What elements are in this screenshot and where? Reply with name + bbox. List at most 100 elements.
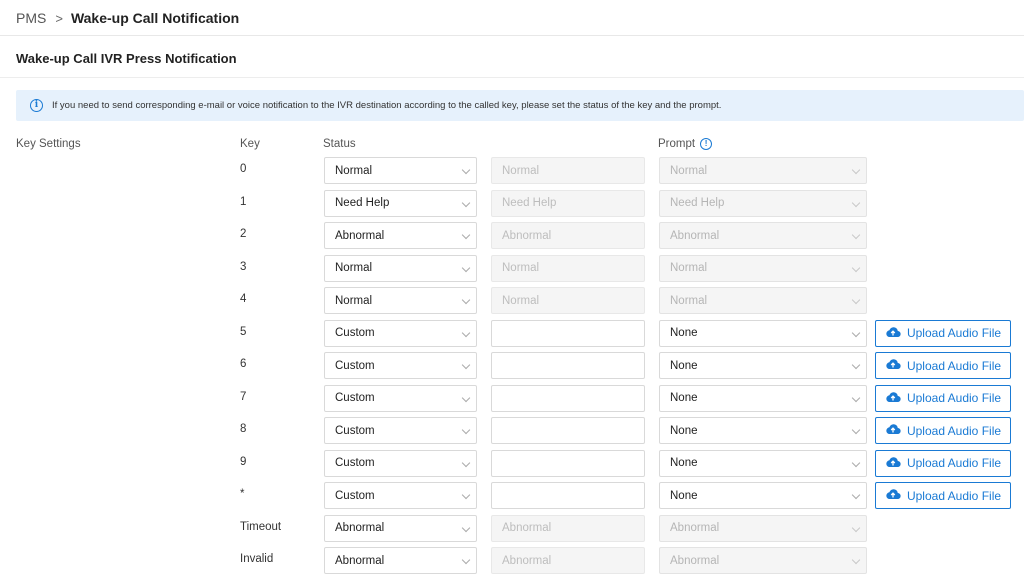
header-divider [0, 35, 1024, 36]
status-select[interactable]: Custom [324, 417, 477, 444]
key-label: 4 [240, 293, 247, 305]
upload-audio-file-button[interactable]: Upload Audio File [875, 417, 1011, 444]
key-row: 5 Custom None Upload Audio File [0, 319, 1024, 347]
chevron-down-icon [851, 458, 861, 467]
chevron-down-icon [851, 198, 861, 207]
key-row: Invalid Abnormal Abnormal Abnormal [0, 547, 1024, 574]
prompt-help-icon[interactable]: ! [700, 138, 713, 150]
info-icon: i [30, 99, 43, 112]
chevron-down-icon [461, 165, 471, 175]
status-value: Normal [335, 262, 373, 274]
cloud-upload-icon [885, 391, 907, 406]
section-divider [0, 77, 1024, 78]
key-label: 0 [240, 163, 247, 175]
breadcrumb-separator: > [55, 10, 63, 26]
status-select[interactable]: Abnormal [324, 222, 477, 249]
prompt-select[interactable]: None [659, 384, 867, 412]
prompt-value: None [670, 457, 698, 469]
status-value: Custom [335, 489, 375, 502]
chevron-down-icon [461, 198, 471, 207]
cloud-upload-icon [885, 423, 907, 438]
breadcrumb: PMS > Wake-up Call Notification [16, 8, 239, 28]
upload-audio-file-button[interactable]: Upload Audio File [875, 352, 1011, 379]
upload-audio-file-button[interactable]: Upload Audio File [875, 449, 1011, 477]
notification-text-input: Need Help [491, 189, 645, 217]
upload-audio-file-button[interactable]: Upload Audio File [875, 384, 1011, 412]
prompt-select[interactable]: None [659, 417, 867, 444]
key-row: 4 Normal Normal Normal [0, 287, 1024, 314]
upload-button-label: Upload Audio File [906, 326, 1002, 340]
status-select[interactable]: Normal [324, 157, 477, 184]
upload-audio-file-button[interactable]: Upload Audio File [875, 482, 1011, 509]
upload-button-label: Upload Audio File [906, 391, 1002, 405]
key-label: * [240, 488, 245, 500]
prompt-value: Normal [670, 294, 708, 307]
status-select[interactable]: Custom [324, 449, 477, 477]
cloud-upload-icon [885, 358, 907, 373]
prompt-value: Abnormal [670, 229, 720, 242]
status-select[interactable]: Custom [324, 352, 477, 379]
status-select[interactable]: Custom [324, 384, 477, 412]
chevron-down-icon [461, 328, 471, 337]
chevron-down-icon [461, 263, 471, 272]
upload-audio-file-button[interactable]: Upload Audio File [875, 319, 1011, 347]
status-value: Custom [335, 359, 375, 372]
notification-text-input: Abnormal [491, 514, 645, 542]
prompt-value: None [670, 392, 698, 404]
prompt-select[interactable]: None [659, 352, 867, 379]
notification-text-input[interactable] [491, 482, 645, 509]
status-select[interactable]: Custom [324, 482, 477, 509]
notification-text-input[interactable] [491, 449, 645, 477]
key-row: 6 Custom None Upload Audio File [0, 352, 1024, 379]
key-column-header: Key [240, 138, 260, 150]
notification-text-input[interactable] [491, 417, 645, 444]
notification-text-input[interactable] [491, 319, 645, 347]
chevron-down-icon [461, 523, 471, 532]
key-row: 0 Normal Normal Normal [0, 157, 1024, 184]
key-label: Timeout [240, 520, 282, 533]
prompt-select: Need Help [659, 189, 867, 217]
notification-text-input[interactable] [491, 384, 645, 412]
section-title: Wake-up Call IVR Press Notification [16, 51, 237, 66]
prompt-select[interactable]: None [659, 482, 867, 509]
status-select[interactable]: Abnormal [324, 547, 477, 574]
notification-text-input[interactable] [491, 352, 645, 379]
key-label: 1 [240, 195, 247, 208]
chevron-down-icon [461, 425, 471, 435]
key-label: 8 [240, 423, 247, 435]
cloud-upload-icon [885, 326, 907, 341]
status-value: Normal [335, 294, 373, 307]
chevron-down-icon [851, 295, 861, 305]
chevron-down-icon [851, 230, 861, 240]
breadcrumb-current: Wake-up Call Notification [70, 10, 240, 26]
prompt-select: Abnormal [659, 547, 867, 574]
status-value: Custom [335, 424, 375, 437]
status-select[interactable]: Custom [324, 319, 477, 347]
notification-text-input: Normal [491, 287, 645, 314]
chevron-down-icon [851, 555, 861, 565]
prompt-select: Normal [659, 287, 867, 314]
status-select[interactable]: Need Help [324, 189, 477, 217]
prompt-value: Abnormal [670, 554, 720, 567]
key-settings-label: Key Settings [16, 138, 81, 150]
upload-button-label: Upload Audio File [906, 423, 1002, 438]
prompt-value: Normal [670, 262, 708, 274]
chevron-down-icon [461, 555, 471, 565]
chevron-down-icon [851, 523, 861, 532]
prompt-select[interactable]: None [659, 319, 867, 347]
breadcrumb-parent[interactable]: PMS [16, 10, 46, 26]
chevron-down-icon [851, 393, 861, 402]
key-label: 2 [240, 228, 247, 240]
chevron-down-icon [461, 295, 471, 305]
prompt-value: None [670, 424, 698, 437]
prompt-value: None [670, 327, 698, 339]
prompt-select[interactable]: None [659, 449, 867, 477]
info-text: If you need to send corresponding e-mail… [52, 100, 722, 111]
upload-button-label: Upload Audio File [906, 358, 1002, 373]
prompt-select: Normal [659, 157, 867, 184]
prompt-select: Normal [659, 254, 867, 282]
status-select[interactable]: Abnormal [324, 514, 477, 542]
chevron-down-icon [461, 393, 471, 402]
status-select[interactable]: Normal [324, 287, 477, 314]
status-select[interactable]: Normal [324, 254, 477, 282]
